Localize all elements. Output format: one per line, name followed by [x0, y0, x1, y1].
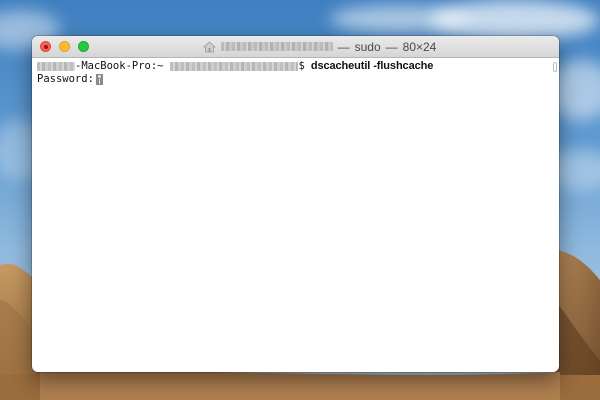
username-redacted — [169, 62, 298, 71]
title-bar[interactable]: — sudo — 80×24 — [32, 36, 559, 58]
password-label: Password: — [37, 73, 94, 85]
scrollbar[interactable] — [553, 62, 557, 72]
hostname-redacted — [37, 62, 75, 71]
home-icon — [202, 40, 216, 52]
title-process: sudo — [354, 39, 381, 54]
prompt-symbol: $ — [298, 60, 305, 72]
password-line: Password: — [37, 73, 554, 86]
title-username-redacted — [220, 42, 333, 51]
command-line: -MacBook-Pro:~ $ dscacheutil -flushcache — [37, 60, 554, 73]
host-suffix: -MacBook-Pro:~ — [75, 60, 164, 72]
command-text: dscacheutil -flushcache — [310, 60, 434, 72]
window-title: — sudo — 80×24 — [32, 36, 559, 57]
terminal-content[interactable]: -MacBook-Pro:~ $ dscacheutil -flushcache… — [32, 58, 559, 372]
title-separator: — — [385, 39, 398, 54]
key-icon — [95, 74, 103, 85]
terminal-window[interactable]: — sudo — 80×24 -MacBook-Pro:~ $ dscacheu… — [32, 36, 559, 372]
title-separator: — — [337, 39, 350, 54]
title-size: 80×24 — [402, 39, 437, 54]
